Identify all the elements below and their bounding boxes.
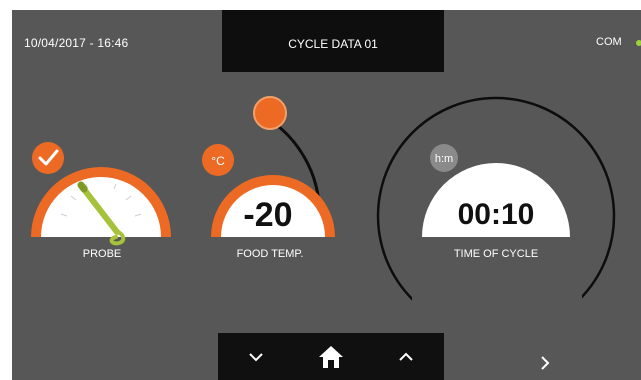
food-temp-value: -20: [243, 196, 292, 234]
screen: 10/04/2017 - 16:46 CYCLE DATA 01 COM PRO…: [12, 10, 641, 380]
temp-slider-handle[interactable]: [253, 96, 287, 130]
cycle-time-value: 00:10: [458, 198, 535, 231]
scroll-down-button[interactable]: [228, 333, 284, 380]
hm-badge: h:m: [430, 144, 458, 172]
chevron-right-icon: [541, 356, 550, 370]
probe-gauge[interactable]: PROBE: [12, 142, 212, 380]
bottom-navbar: [218, 333, 444, 380]
scroll-up-button[interactable]: [378, 333, 434, 380]
celsius-badge: °C: [202, 144, 234, 176]
check-badge: [32, 142, 64, 174]
next-page-button[interactable]: [530, 346, 560, 380]
chevron-up-icon: [399, 352, 413, 361]
chevron-down-icon: [249, 352, 263, 361]
gauges-area: PROBE °C -20 FOOD TEMP. h:m 00:10 TIME O…: [12, 96, 616, 380]
probe-label: PROBE: [83, 248, 122, 260]
food-temp-label: FOOD TEMP.: [237, 248, 304, 260]
temp-unit: °C: [211, 154, 225, 168]
time-unit: h:m: [435, 153, 453, 165]
home-button[interactable]: [303, 333, 359, 380]
home-icon: [319, 345, 343, 368]
time-of-cycle-label: TIME OF CYCLE: [454, 248, 538, 260]
